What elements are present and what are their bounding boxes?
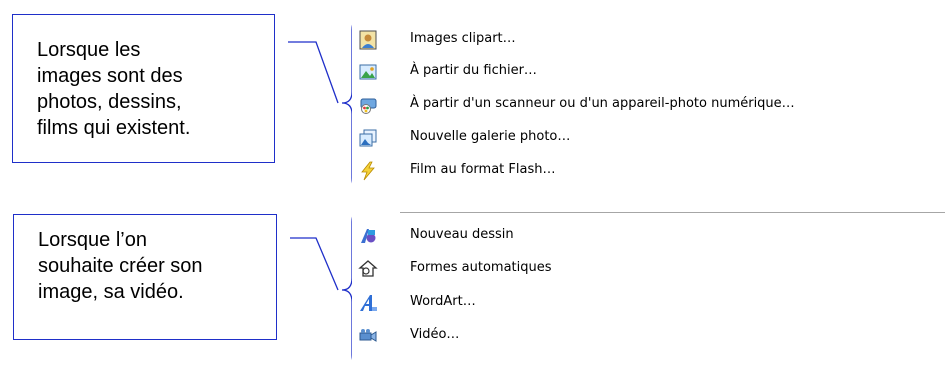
menu-item-clipart[interactable]: Images clipart…	[352, 24, 945, 56]
menu-item-wordart[interactable]: WordArt…	[352, 287, 945, 319]
scanner-camera-icon	[358, 95, 378, 115]
menu-item-label: À partir d'un scanneur ou d'un appareil-…	[410, 96, 795, 111]
menu-item-label: Formes automatiques	[410, 260, 552, 275]
callout-connector-line	[290, 237, 339, 291]
wordart-icon	[358, 293, 378, 313]
menu-item-new-drawing[interactable]: Nouveau dessin	[352, 220, 945, 252]
autoshapes-icon	[358, 259, 378, 279]
video-camera-icon	[358, 326, 378, 346]
new-drawing-icon	[358, 226, 378, 246]
picture-from-file-icon	[358, 62, 378, 82]
menu-separator	[400, 212, 945, 213]
insert-picture-menu: Images clipart… À partir du fichier… À p…	[352, 10, 945, 367]
menu-item-label: Film au format Flash…	[410, 162, 556, 177]
menu-item-label: WordArt…	[410, 294, 476, 309]
menu-item-from-file[interactable]: À partir du fichier…	[352, 56, 945, 88]
menu-item-scanner[interactable]: À partir d'un scanneur ou d'un appareil-…	[352, 89, 945, 121]
menu-item-video[interactable]: Vidéo…	[352, 320, 945, 352]
flash-lightning-icon	[358, 161, 378, 181]
menu-item-label: Vidéo…	[410, 327, 460, 342]
menu-item-autoshapes[interactable]: Formes automatiques	[352, 253, 945, 285]
callout-connector-line	[288, 41, 339, 104]
menu-item-label: À partir du fichier…	[410, 63, 537, 78]
menu-item-label: Nouveau dessin	[410, 227, 514, 242]
menu-item-photo-album[interactable]: Nouvelle galerie photo…	[352, 122, 945, 154]
photo-album-icon	[358, 128, 378, 148]
menu-item-label: Nouvelle galerie photo…	[410, 129, 571, 144]
menu-item-label: Images clipart…	[410, 31, 516, 46]
menu-item-flash-movie[interactable]: Film au format Flash…	[352, 155, 945, 187]
clipart-icon	[358, 30, 378, 50]
